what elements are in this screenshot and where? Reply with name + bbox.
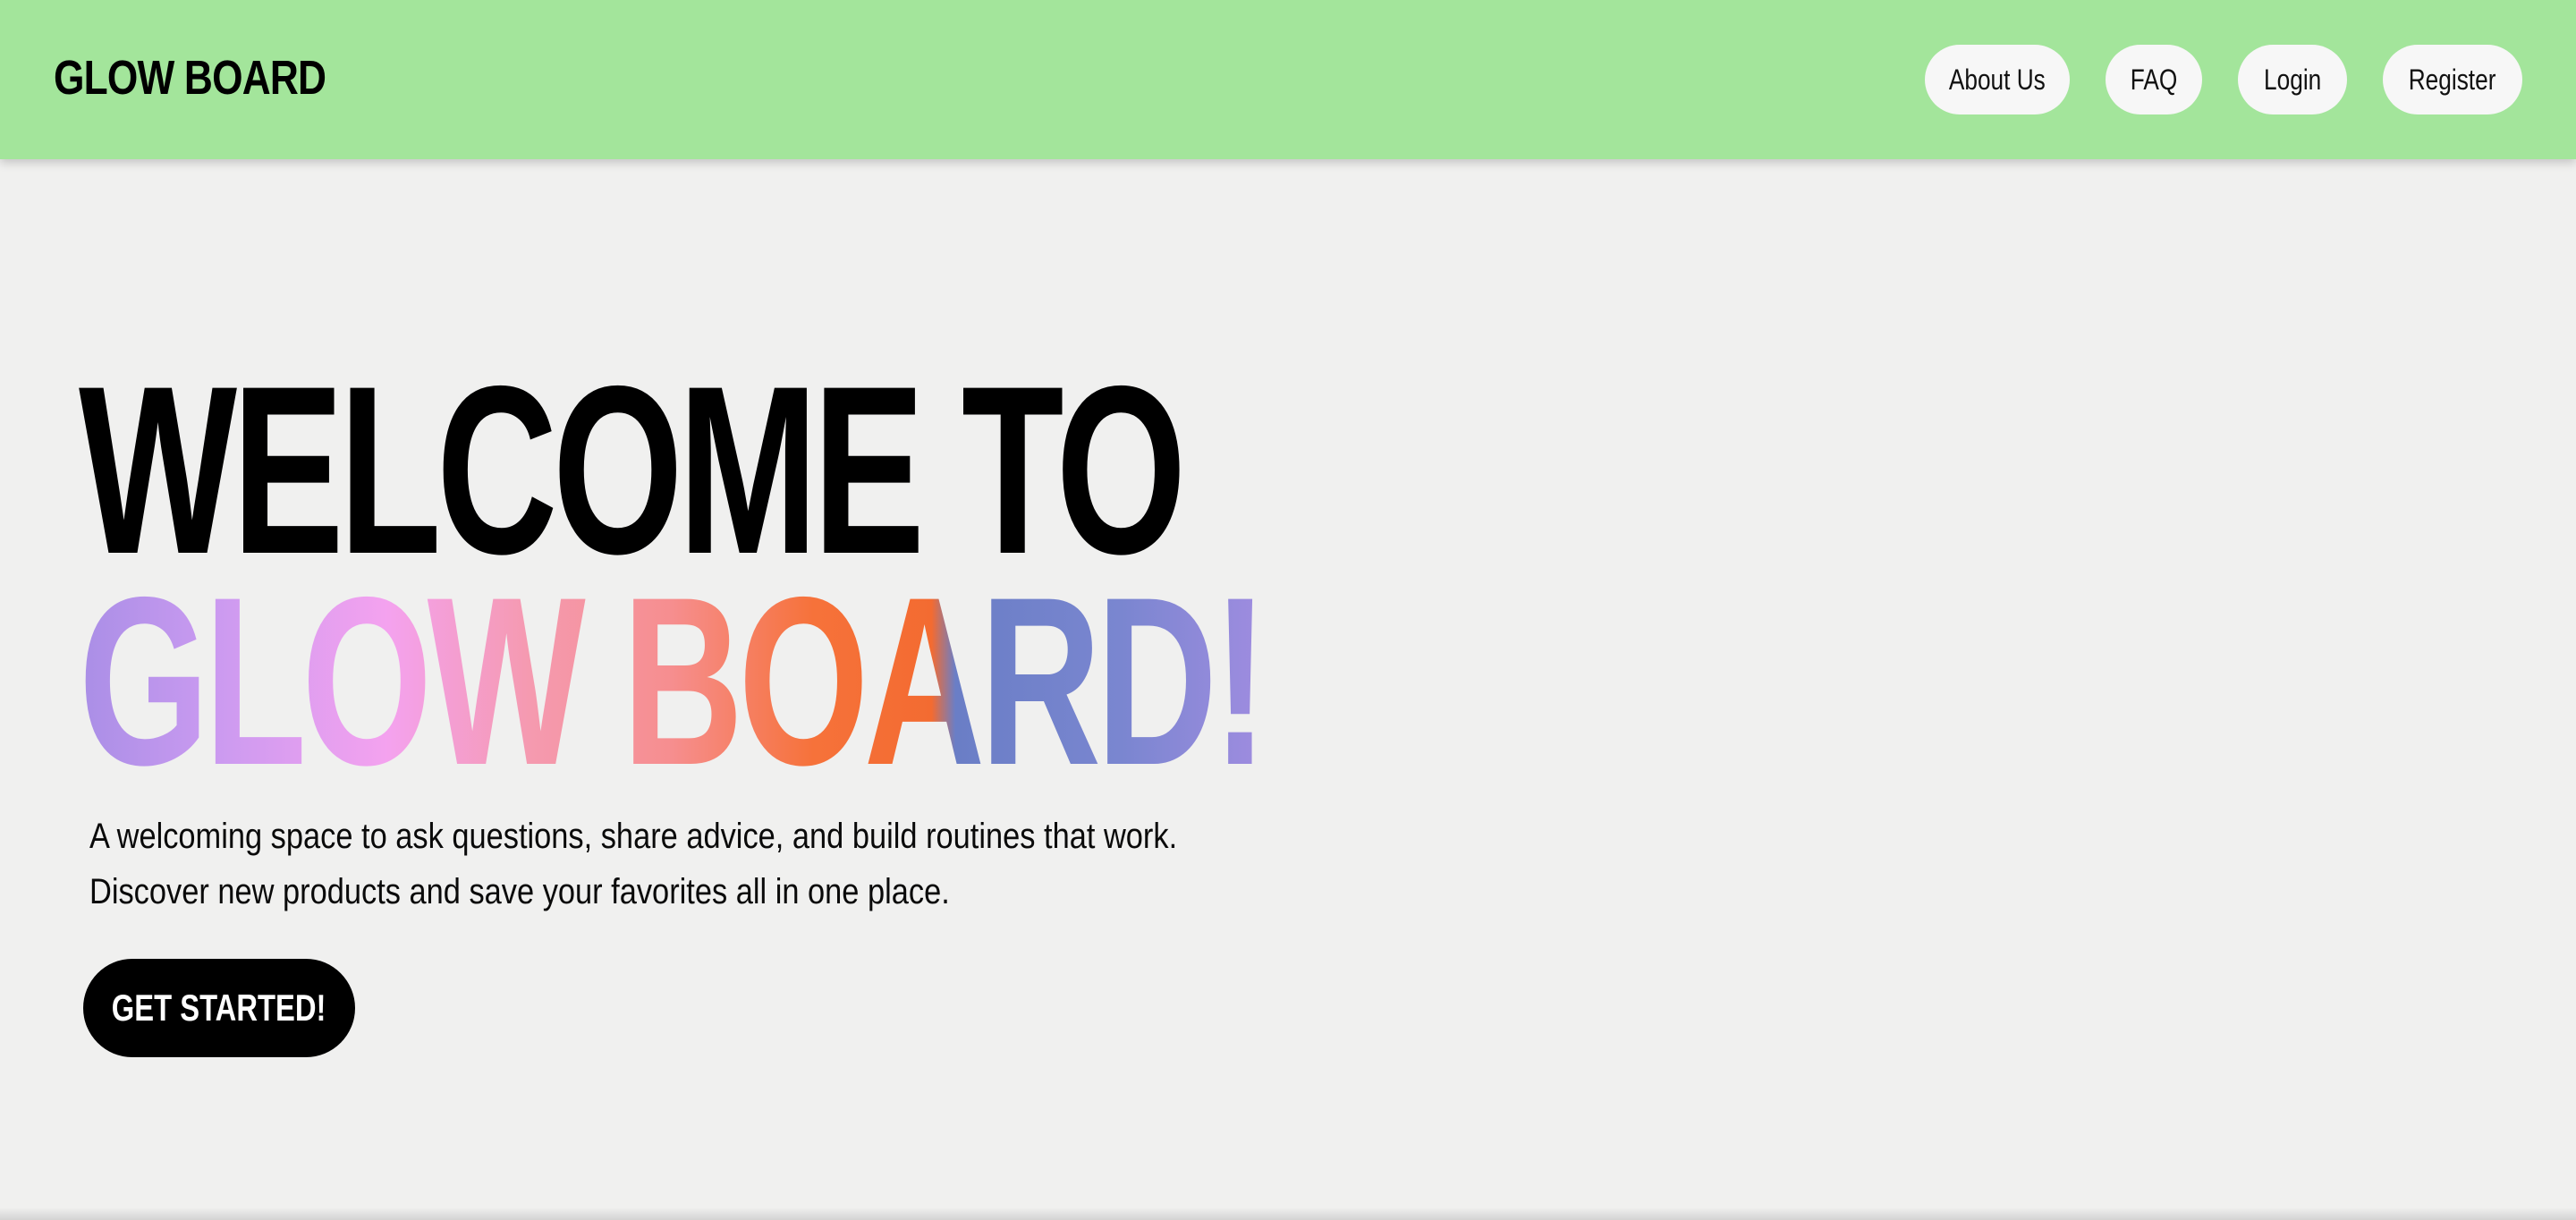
nav-login-label: Login [2263, 63, 2322, 96]
nav-about-us-label: About Us [1949, 63, 2046, 96]
bottom-edge-shadow [0, 1207, 2576, 1220]
get-started-label: GET STARTED! [112, 987, 326, 1029]
nav-about-us-button[interactable]: About Us [1925, 45, 2070, 114]
nav-faq-button[interactable]: FAQ [2106, 45, 2202, 114]
hero-tagline: A welcoming space to ask questions, shar… [89, 809, 1177, 919]
hero-title-line2: GLOW BOARD! [79, 546, 1268, 815]
nav-login-button[interactable]: Login [2238, 45, 2347, 114]
hero-tagline-line2: Discover new products and save your favo… [89, 872, 950, 911]
brand-logo[interactable]: GLOW BOARD [54, 47, 326, 109]
top-navbar: GLOW BOARD About Us FAQ Login Register [0, 0, 2576, 159]
nav-register-button[interactable]: Register [2383, 45, 2522, 114]
nav-faq-label: FAQ [2130, 63, 2178, 96]
nav-register-label: Register [2409, 63, 2496, 96]
hero-tagline-line1: A welcoming space to ask questions, shar… [89, 817, 1178, 856]
get-started-button[interactable]: GET STARTED! [83, 959, 355, 1057]
